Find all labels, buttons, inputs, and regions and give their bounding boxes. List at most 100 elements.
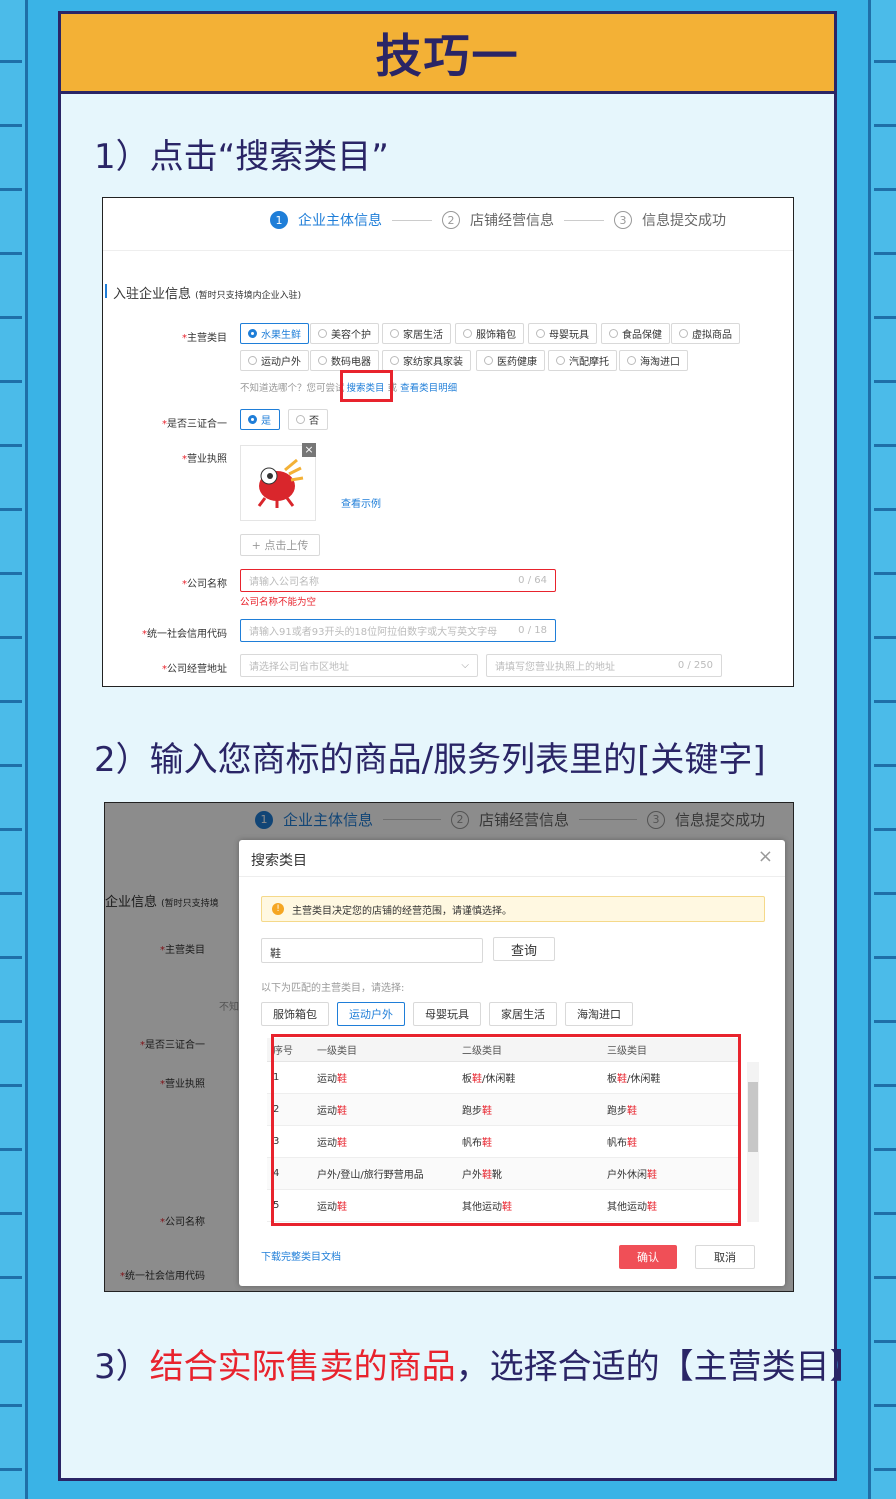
label-company: *公司名称 — [182, 579, 227, 590]
view-example-link[interactable]: 查看示例 — [341, 495, 381, 510]
stripe-tick — [0, 316, 22, 319]
upload-button[interactable]: + 点击上传 — [240, 534, 320, 556]
stripe-tick — [0, 1020, 22, 1023]
stripe-tick — [874, 572, 896, 575]
stripe-tick — [874, 1340, 896, 1343]
stripe-tick — [0, 1276, 22, 1279]
category-option[interactable]: 虚拟商品 — [671, 323, 740, 344]
progress-step-2[interactable]: 店铺经营信息 — [470, 210, 554, 230]
address-select[interactable]: 请选择公司省市区地址 ⌵ — [240, 654, 478, 677]
stripe-tick — [0, 1404, 22, 1407]
stripe-tick — [874, 1468, 896, 1471]
stripe-tick — [0, 892, 22, 895]
category-option[interactable]: 汽配摩托 — [548, 350, 617, 371]
stripe-tick — [874, 124, 896, 127]
highlight-table-box — [271, 1034, 741, 1226]
stripe-tick — [874, 1084, 896, 1087]
stripe-tick — [0, 572, 22, 575]
progress-step-1[interactable]: 企业主体信息 — [298, 210, 382, 230]
progress-steps: 1 企业主体信息 2 店铺经营信息 3 信息提交成功 — [270, 210, 726, 230]
stripe-tick — [0, 252, 22, 255]
category-option[interactable]: 运动户外 — [240, 350, 309, 371]
company-error: 公司名称不能为空 — [240, 597, 317, 608]
category-tag-selected[interactable]: 运动户外 — [337, 1002, 405, 1026]
stripe-tick — [0, 380, 22, 383]
category-option[interactable]: 母婴玩具 — [528, 323, 597, 344]
progress-num-2: 2 — [442, 211, 460, 229]
label-three-in-one: *是否三证合一 — [162, 419, 227, 430]
stripe-tick — [0, 956, 22, 959]
stripe-tick — [0, 764, 22, 767]
search-input[interactable]: 鞋 — [261, 938, 483, 963]
screenshot-form: 1 企业主体信息 2 店铺经营信息 3 信息提交成功 入驻企业信息 (暂时只支持… — [102, 197, 794, 687]
stripe-tick — [874, 700, 896, 703]
category-option[interactable]: 数码电器 — [310, 350, 379, 371]
category-option[interactable]: 服饰箱包 — [455, 323, 524, 344]
section-title: 入驻企业信息 (暂时只支持境内企业入驻) — [113, 287, 302, 302]
stripe-tick — [874, 764, 896, 767]
category-option[interactable]: 美容个护 — [310, 323, 379, 344]
stripe-tick — [874, 1148, 896, 1151]
close-icon[interactable]: × — [758, 846, 773, 867]
stripe-tick — [874, 1404, 896, 1407]
category-option[interactable]: 海淘进口 — [619, 350, 688, 371]
screenshot-modal: 1 企业主体信息 2 店铺经营信息 3 信息提交成功 企业信息 (暂时只支持境 … — [104, 802, 794, 1292]
highlight-search-box — [340, 370, 393, 402]
stripe-tick — [0, 1212, 22, 1215]
label-credit-code: *统一社会信用代码 — [142, 629, 227, 640]
stripe-tick — [874, 380, 896, 383]
card-title: 技巧一 — [375, 28, 520, 83]
stripe-tick — [0, 1084, 22, 1087]
category-option[interactable]: 医药健康 — [476, 350, 545, 371]
download-doc-link[interactable]: 下载完整类目文档 — [261, 1248, 341, 1263]
cancel-button[interactable]: 取消 — [695, 1245, 755, 1269]
stripe-tick — [0, 124, 22, 127]
category-option[interactable]: 家居生活 — [382, 323, 451, 344]
card-header: 技巧一 — [61, 14, 834, 94]
step-3-text: 3）结合实际售卖的商品，选择合适的【主营类目】 — [94, 1347, 864, 1387]
remove-image-icon[interactable]: × — [302, 443, 316, 457]
tip-card: 技巧一 1）点击“搜索类目” 1 企业主体信息 2 店铺经营信息 3 信息提交成… — [58, 11, 864, 1481]
credit-code-input[interactable]: 请输入91或者93开头的18位阿拉伯数字或大写英文字母 0 / 18 — [240, 619, 556, 642]
confirm-button[interactable]: 确认 — [619, 1245, 677, 1269]
address-input[interactable]: 请填写您营业执照上的地址 0 / 250 — [486, 654, 722, 677]
stripe-tick — [874, 1276, 896, 1279]
progress-num-1: 1 — [270, 211, 288, 229]
category-option[interactable]: 水果生鲜 — [240, 323, 309, 344]
stripe-tick — [874, 636, 896, 639]
stripe-tick — [0, 444, 22, 447]
no-radio[interactable]: 否 — [288, 409, 328, 430]
stripe-tick — [0, 188, 22, 191]
progress-num-3: 3 — [614, 211, 632, 229]
category-tag[interactable]: 海淘进口 — [565, 1002, 633, 1026]
category-option[interactable]: 食品保健 — [601, 323, 670, 344]
stripe-tick — [0, 1468, 22, 1471]
stripe-tick — [0, 508, 22, 511]
label-category: *主营类目 — [182, 333, 227, 344]
stripe-tick — [0, 828, 22, 831]
step-1-text: 1）点击“搜索类目” — [94, 137, 389, 177]
stripe-tick — [874, 188, 896, 191]
category-tag[interactable]: 服饰箱包 — [261, 1002, 329, 1026]
yes-radio[interactable]: 是 — [240, 409, 280, 430]
search-button[interactable]: 查询 — [493, 937, 555, 961]
category-tag[interactable]: 家居生活 — [489, 1002, 557, 1026]
stripe-tick — [0, 700, 22, 703]
stripe-tick — [0, 1340, 22, 1343]
table-scrollbar[interactable] — [747, 1062, 759, 1222]
company-name-input[interactable]: 请输入公司名称 0 / 64 — [240, 569, 556, 592]
category-option[interactable]: 家纺家具家装 — [382, 350, 471, 371]
progress-step-3[interactable]: 信息提交成功 — [642, 210, 726, 230]
stripe-tick — [0, 636, 22, 639]
left-border-stripe — [0, 0, 28, 1499]
stripe-tick — [874, 892, 896, 895]
label-license: *营业执照 — [182, 454, 227, 465]
stripe-tick — [874, 60, 896, 63]
stripe-tick — [874, 1020, 896, 1023]
view-category-detail-link[interactable]: 查看类目明细 — [400, 383, 457, 394]
chevron-down-icon: ⌵ — [461, 660, 469, 671]
modal-title: 搜索类目 — [251, 853, 307, 869]
stripe-tick — [0, 60, 22, 63]
category-tag[interactable]: 母婴玩具 — [413, 1002, 481, 1026]
stripe-tick — [874, 252, 896, 255]
